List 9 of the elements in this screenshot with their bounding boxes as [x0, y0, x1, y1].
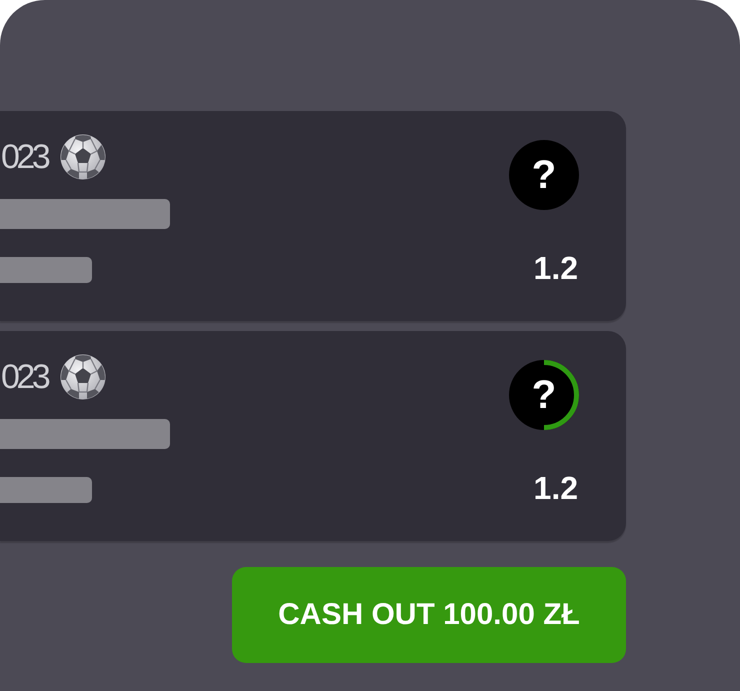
cash-out-button[interactable]: CASH OUT 100.00 ZŁ	[232, 567, 626, 663]
soccer-ball-icon	[60, 354, 106, 400]
odds-value: 1.2	[534, 470, 578, 507]
soccer-ball-icon	[60, 134, 106, 180]
odds-value: 1.2	[534, 250, 578, 287]
match-title: 023	[0, 140, 48, 174]
match-title: 023	[0, 360, 48, 394]
question-mark: ?	[532, 375, 556, 415]
question-mark: ?	[532, 155, 556, 195]
